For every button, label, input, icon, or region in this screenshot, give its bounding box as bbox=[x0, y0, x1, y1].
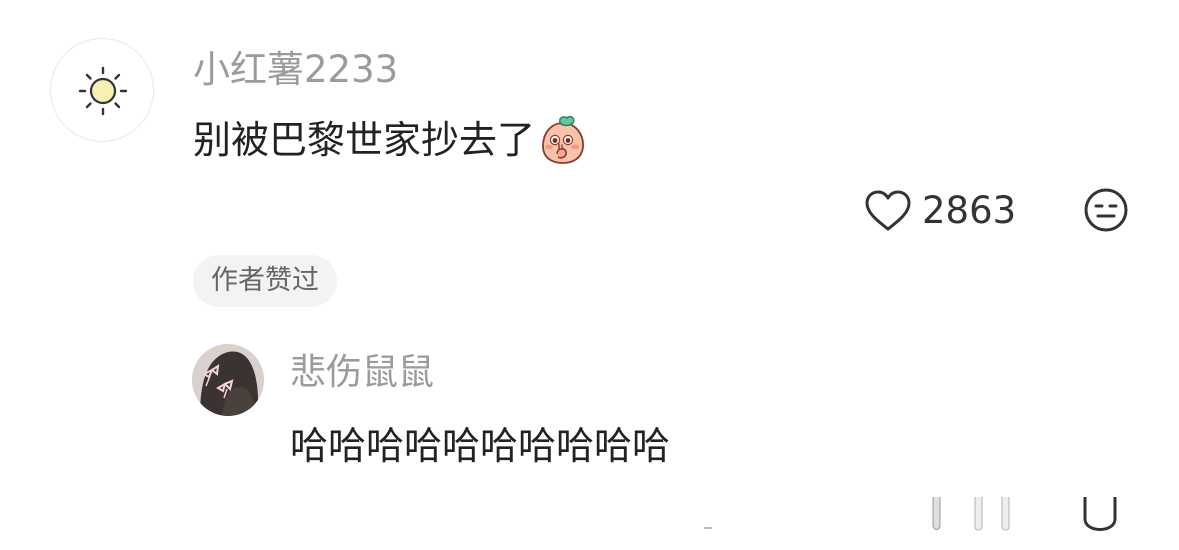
like-button[interactable]: 2863 bbox=[864, 186, 1016, 236]
profile-photo bbox=[192, 344, 264, 416]
comment-text-content: 别被巴黎世家抄去了 bbox=[193, 118, 536, 162]
reply-avatar[interactable] bbox=[192, 344, 264, 416]
commenter-username[interactable]: 小红薯2233 bbox=[193, 46, 398, 94]
shy-peach-emoji-icon bbox=[542, 115, 584, 164]
like-count: 2863 bbox=[922, 189, 1017, 232]
heart-icon bbox=[865, 190, 911, 231]
commenter-avatar[interactable] bbox=[50, 38, 154, 142]
reply-username[interactable]: 悲伤鼠鼠 bbox=[290, 349, 434, 397]
comment-text: 别被巴黎世家抄去了 bbox=[193, 114, 589, 166]
bottom-partial-marks bbox=[704, 497, 1117, 531]
author-liked-badge: 作者赞过 bbox=[193, 255, 337, 307]
reply-text: 哈哈哈哈哈哈哈哈哈哈 bbox=[290, 424, 671, 468]
sun-icon bbox=[78, 66, 128, 116]
meh-face-icon[interactable] bbox=[1082, 186, 1130, 234]
